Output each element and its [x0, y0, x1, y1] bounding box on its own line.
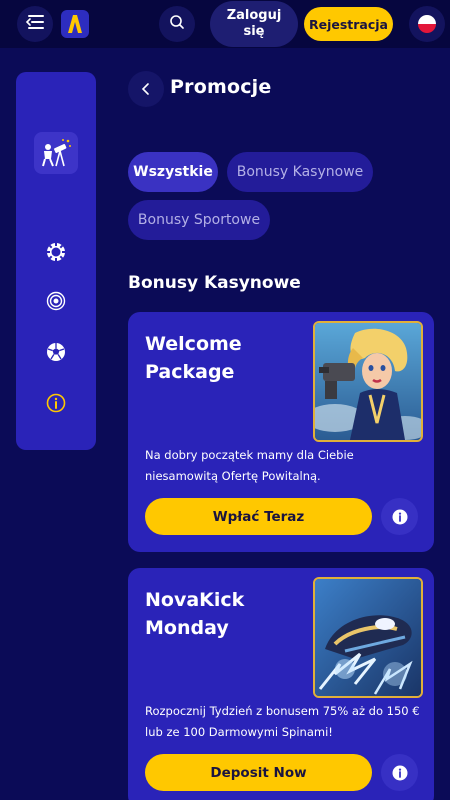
register-button[interactable]: Rejestracja	[304, 7, 393, 41]
filter-sports-bonuses[interactable]: Bonusy Sportowe	[128, 200, 270, 240]
deposit-button[interactable]: Wpłać Teraz	[145, 498, 372, 535]
promo-info-button[interactable]	[381, 754, 418, 791]
login-button[interactable]: Zaloguj się	[210, 1, 298, 47]
chevron-left-icon	[141, 83, 149, 95]
logo-icon	[68, 15, 82, 33]
promo-title: NovaKick Monday	[145, 589, 245, 639]
info-icon	[392, 765, 407, 780]
back-button[interactable]	[128, 71, 164, 107]
menu-icon	[25, 14, 45, 34]
sidebar-item-info[interactable]	[46, 393, 66, 413]
page-title: Promocje	[170, 76, 272, 98]
menu-button[interactable]	[17, 6, 53, 42]
logo[interactable]	[61, 10, 89, 38]
promo-description: Na dobry początek mamy dla Ciebie niesam…	[145, 448, 354, 483]
promo-image-pilot	[313, 321, 423, 442]
language-button[interactable]	[409, 6, 445, 42]
target-icon	[46, 291, 66, 311]
sidebar	[16, 72, 96, 450]
sidebar-item-promotions[interactable]	[34, 132, 78, 174]
search-button[interactable]	[159, 6, 195, 42]
poland-flag-icon	[418, 15, 436, 33]
sidebar-item-sports[interactable]	[46, 342, 66, 362]
promo-info-button[interactable]	[381, 498, 418, 535]
sidebar-item-live[interactable]	[46, 291, 66, 311]
sidebar-item-casino[interactable]	[46, 242, 66, 262]
filter-casino-bonuses[interactable]: Bonusy Kasynowe	[227, 152, 373, 192]
football-icon	[47, 343, 65, 361]
info-icon	[46, 393, 66, 413]
search-icon	[169, 14, 185, 34]
telescope-icon	[42, 139, 71, 167]
promo-card: NovaKick Monday Rozpocznij Tydzień z bon…	[128, 568, 434, 800]
promo-card: Welcome Package Na dobry początek mamy d…	[128, 312, 434, 552]
info-icon	[392, 509, 407, 524]
promo-image-lightning-boot	[313, 577, 423, 698]
section-title: Bonusy Kasynowe	[128, 273, 301, 293]
top-header: Zaloguj się Rejestracja	[0, 0, 450, 48]
poker-chip-icon	[47, 243, 65, 261]
promo-description: Rozpocznij Tydzień z bonusem 75% aż do 1…	[145, 704, 420, 739]
deposit-button[interactable]: Deposit Now	[145, 754, 372, 791]
promo-title: Welcome Package	[145, 333, 242, 383]
filter-all[interactable]: Wszystkie	[128, 152, 218, 192]
